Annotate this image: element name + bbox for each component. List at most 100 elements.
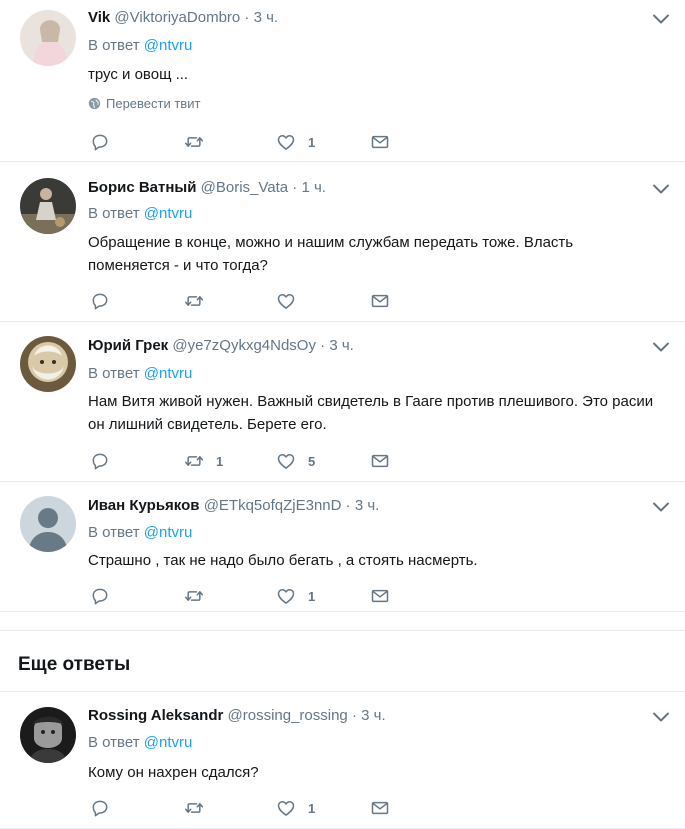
translate-label: Перевести твит: [106, 96, 201, 111]
like-button[interactable]: 5: [276, 451, 315, 471]
retweet-icon: [184, 586, 204, 606]
author-name[interactable]: Иван Курьяков: [88, 497, 200, 514]
author-name[interactable]: Rossing Aleksandr: [88, 707, 223, 724]
reply-context: В ответ @ntvru: [88, 36, 192, 56]
tweet-header: Rossing Aleksandr @rossing_rossing · 3 ч…: [88, 706, 386, 726]
retweet-button[interactable]: [184, 586, 216, 606]
envelope-icon: [370, 798, 390, 818]
reply-icon: [90, 451, 110, 471]
tweet-text: Кому он нахрен сдался?: [88, 764, 259, 781]
direct-message-button[interactable]: [370, 798, 390, 818]
translate-tweet-link[interactable]: Перевести твит: [88, 96, 200, 111]
separator-dot: ·: [320, 337, 326, 354]
tweet-header: Борис Ватный @Boris_Vata · 1 ч.: [88, 178, 326, 198]
avatar[interactable]: [20, 10, 76, 66]
retweet-icon: [184, 291, 204, 311]
reply-icon: [90, 132, 110, 152]
more-replies-title: Еще ответы: [18, 654, 131, 675]
tweet-text: Обращение в конце, можно и нашим службам…: [88, 234, 574, 274]
retweet-button[interactable]: [184, 132, 216, 152]
like-button[interactable]: 1: [276, 132, 315, 152]
tweet-item[interactable]: Rossing Aleksandr @rossing_rossing · 3 ч…: [0, 692, 685, 829]
avatar[interactable]: [20, 178, 76, 234]
reply-button[interactable]: [90, 291, 122, 311]
tweet-item[interactable]: Иван Курьяков @ETkq5ofqZjE3nnD · 3 ч. В …: [0, 482, 685, 612]
tweet-time[interactable]: 3 ч.: [329, 337, 354, 354]
avatar[interactable]: [20, 336, 76, 392]
author-username[interactable]: @ETkq5ofqZjE3nnD: [204, 497, 342, 514]
reply-prefix: В ответ: [88, 365, 140, 382]
author-name[interactable]: Vik: [88, 9, 110, 26]
reply-icon: [90, 291, 110, 311]
author-username[interactable]: @rossing_rossing: [228, 707, 348, 724]
reply-context: В ответ @ntvru: [88, 523, 192, 543]
retweet-icon: [184, 798, 204, 818]
retweet-icon: [184, 451, 204, 471]
heart-icon: [276, 451, 296, 471]
tweet-item[interactable]: Юрий Грек @ye7zQykxg4NdsOy · 3 ч. В отве…: [0, 322, 685, 482]
tweet-time[interactable]: 3 ч.: [361, 707, 386, 724]
direct-message-button[interactable]: [370, 586, 390, 606]
section-gap: [0, 612, 685, 630]
heart-icon: [276, 798, 296, 818]
reply-button[interactable]: [90, 586, 122, 606]
author-name[interactable]: Юрий Грек: [88, 337, 168, 354]
reply-button[interactable]: [90, 132, 122, 152]
separator-dot: ·: [244, 9, 250, 26]
reply-mention-link[interactable]: @ntvru: [144, 205, 193, 222]
more-replies-header: Еще ответы: [0, 630, 685, 692]
reply-prefix: В ответ: [88, 205, 140, 222]
reply-mention-link[interactable]: @ntvru: [144, 734, 193, 751]
like-count: 5: [308, 453, 316, 469]
chevron-down-icon[interactable]: [651, 340, 671, 354]
heart-icon: [276, 586, 296, 606]
like-button[interactable]: 1: [276, 798, 315, 818]
envelope-icon: [370, 132, 390, 152]
tweet-header: Юрий Грек @ye7zQykxg4NdsOy · 3 ч.: [88, 336, 354, 356]
like-count: 1: [308, 134, 316, 150]
retweet-icon: [184, 132, 204, 152]
reply-prefix: В ответ: [88, 524, 140, 541]
separator-dot: ·: [292, 179, 298, 196]
avatar[interactable]: [20, 707, 76, 763]
reply-mention-link[interactable]: @ntvru: [144, 37, 193, 54]
envelope-icon: [370, 586, 390, 606]
retweet-button[interactable]: [184, 291, 216, 311]
tweet-item[interactable]: Борис Ватный @Boris_Vata · 1 ч. В ответ …: [0, 162, 685, 322]
tweet-time[interactable]: 3 ч.: [355, 497, 380, 514]
like-button[interactable]: [276, 291, 308, 311]
author-username[interactable]: @ye7zQykxg4NdsOy: [172, 337, 316, 354]
retweet-button[interactable]: 1: [184, 451, 223, 471]
avatar[interactable]: [20, 496, 76, 552]
envelope-icon: [370, 291, 390, 311]
direct-message-button[interactable]: [370, 291, 390, 311]
author-name[interactable]: Борис Ватный: [88, 179, 196, 196]
reply-icon: [90, 798, 110, 818]
tweet-time[interactable]: 1 ч.: [301, 179, 326, 196]
retweet-button[interactable]: [184, 798, 216, 818]
author-username[interactable]: @Boris_Vata: [201, 179, 289, 196]
chevron-down-icon[interactable]: [651, 12, 671, 26]
tweet-item[interactable]: Vik @ViktoriyaDombro · 3 ч. В ответ @ntv…: [0, 0, 685, 162]
retweet-count: 1: [216, 453, 224, 469]
reply-mention-link[interactable]: @ntvru: [144, 365, 193, 382]
direct-message-button[interactable]: [370, 451, 390, 471]
reply-mention-link[interactable]: @ntvru: [144, 524, 193, 541]
reply-prefix: В ответ: [88, 734, 140, 751]
author-username[interactable]: @ViktoriyaDombro: [114, 9, 240, 26]
globe-icon: [88, 97, 101, 110]
reply-button[interactable]: [90, 451, 122, 471]
chevron-down-icon[interactable]: [651, 500, 671, 514]
like-count: 1: [308, 588, 316, 604]
tweet-text: трус и овощ ...: [88, 66, 189, 83]
heart-icon: [276, 132, 296, 152]
reply-context: В ответ @ntvru: [88, 733, 192, 753]
tweet-text: Нам Витя живой нужен. Важный свидетель в…: [88, 393, 654, 433]
chevron-down-icon[interactable]: [651, 710, 671, 724]
tweet-header: Иван Курьяков @ETkq5ofqZjE3nnD · 3 ч.: [88, 496, 379, 516]
like-button[interactable]: 1: [276, 586, 315, 606]
reply-button[interactable]: [90, 798, 122, 818]
tweet-time[interactable]: 3 ч.: [254, 9, 279, 26]
chevron-down-icon[interactable]: [651, 182, 671, 196]
direct-message-button[interactable]: [370, 132, 390, 152]
